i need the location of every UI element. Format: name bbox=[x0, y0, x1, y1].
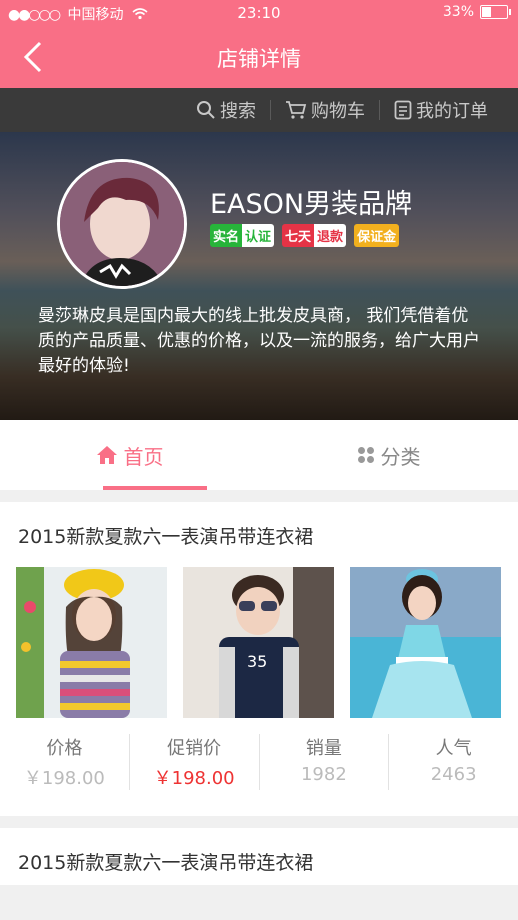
shop-badges: 实名 认证 七天 退款 保证金 bbox=[210, 224, 400, 247]
verified-badge: 实名 认证 bbox=[210, 224, 275, 247]
shop-avatar bbox=[57, 159, 187, 289]
nav-bar: 店铺详情 bbox=[0, 26, 518, 88]
refund-badge: 七天 退款 bbox=[282, 224, 347, 247]
product-card[interactable]: 2015新款夏款六一表演吊带连衣裙 bbox=[0, 502, 518, 816]
product-image[interactable]: 35 bbox=[183, 567, 334, 718]
grid-dots-icon bbox=[357, 447, 374, 463]
stat-price: 价格 ￥198.00 bbox=[0, 734, 130, 790]
tab-category[interactable]: 分类 bbox=[259, 420, 518, 490]
shop-banner: EASON男装品牌 实名 认证 七天 退款 保证金 曼莎琳皮具是国内最大的线上批… bbox=[0, 132, 518, 420]
status-bar: ●●○○○ 中国移动 23:10 33% bbox=[0, 0, 518, 26]
battery-icon bbox=[480, 5, 511, 19]
clock: 23:10 bbox=[237, 4, 281, 22]
product-image[interactable] bbox=[16, 567, 167, 718]
deposit-badge: 保证金 bbox=[354, 224, 400, 247]
shop-toolbar: 搜索 购物车 我的订单 bbox=[0, 88, 518, 132]
product-title: 2015新款夏款六一表演吊带连衣裙 bbox=[18, 526, 314, 548]
product-stats: 价格 ￥198.00 促销价 ￥198.00 销量 1982 人气 2463 bbox=[0, 718, 518, 816]
product-card[interactable]: 2015新款夏款六一表演吊带连衣裙 bbox=[0, 828, 518, 885]
product-images: 35 bbox=[0, 559, 518, 718]
search-button[interactable]: 搜索 bbox=[182, 97, 270, 123]
stat-promo-price: 促销价 ￥198.00 bbox=[130, 734, 260, 790]
order-list-icon bbox=[394, 100, 412, 120]
product-title: 2015新款夏款六一表演吊带连衣裙 bbox=[18, 852, 314, 874]
tab-home[interactable]: 首页 bbox=[0, 420, 259, 490]
home-icon bbox=[96, 446, 117, 464]
shop-description: 曼莎琳皮具是国内最大的线上批发皮具商， 我们凭借着优质的产品质量、优惠的价格，以… bbox=[38, 306, 480, 376]
stat-popularity: 人气 2463 bbox=[430, 738, 477, 785]
my-orders-button[interactable]: 我的订单 bbox=[380, 97, 502, 123]
search-icon bbox=[197, 101, 215, 119]
product-image[interactable] bbox=[350, 567, 501, 718]
tab-bar: 首页 分类 bbox=[0, 420, 518, 490]
battery-percent: 33% bbox=[442, 4, 474, 20]
cart-icon bbox=[286, 101, 307, 119]
cart-button[interactable]: 购物车 bbox=[271, 97, 379, 123]
page-title: 店铺详情 bbox=[217, 47, 301, 71]
stat-sales: 销量 1982 bbox=[260, 734, 390, 790]
svg-text:35: 35 bbox=[247, 652, 267, 671]
tab-indicator bbox=[103, 486, 207, 490]
shop-name: EASON男装品牌 bbox=[210, 189, 413, 220]
